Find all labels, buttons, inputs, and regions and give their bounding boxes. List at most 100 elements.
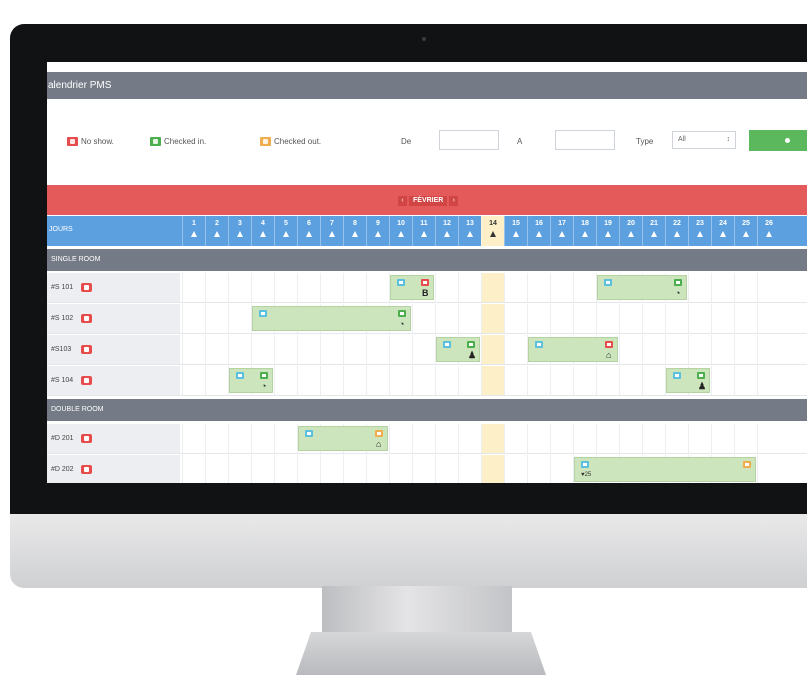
calendar-cell[interactable] <box>251 455 274 483</box>
booking-bar[interactable]: ♥25 <box>574 457 756 482</box>
calendar-cell[interactable] <box>435 273 458 302</box>
calendar-cell[interactable] <box>688 424 711 453</box>
calendar-cell[interactable] <box>251 424 274 453</box>
day-header-21[interactable]: 21 <box>642 216 665 246</box>
booking-bar[interactable]: ◔ <box>229 368 273 393</box>
calendar-cell[interactable] <box>228 273 251 302</box>
calendar-cell[interactable] <box>573 304 596 333</box>
door-icon[interactable] <box>81 434 92 443</box>
calendar-cell[interactable] <box>458 304 481 333</box>
calendar-cell[interactable] <box>481 273 504 302</box>
calendar-cell[interactable] <box>274 366 297 395</box>
filter-submit-button[interactable] <box>749 130 807 151</box>
calendar-cell[interactable] <box>458 273 481 302</box>
day-header-22[interactable]: 22 <box>665 216 688 246</box>
calendar-cell[interactable] <box>182 304 205 333</box>
calendar-cell[interactable] <box>711 304 734 333</box>
calendar-cell[interactable] <box>435 304 458 333</box>
calendar-cell[interactable] <box>182 424 205 453</box>
booking-bar[interactable]: ♟ <box>666 368 710 393</box>
calendar-cell[interactable] <box>757 335 780 364</box>
calendar-cell[interactable] <box>297 335 320 364</box>
calendar-cell[interactable] <box>458 424 481 453</box>
booking-bar[interactable]: ◔ <box>597 275 687 300</box>
calendar-cell[interactable] <box>274 424 297 453</box>
calendar-cell[interactable] <box>205 273 228 302</box>
day-header-11[interactable]: 11 <box>412 216 435 246</box>
calendar-cell[interactable] <box>642 424 665 453</box>
calendar-cell[interactable] <box>458 366 481 395</box>
status-icon[interactable] <box>260 372 268 379</box>
type-select[interactable]: All ↕ <box>672 131 736 149</box>
calendar-cell[interactable] <box>389 424 412 453</box>
status-icon[interactable] <box>674 279 682 286</box>
calendar-cell[interactable] <box>435 366 458 395</box>
status-icon[interactable] <box>581 461 589 468</box>
door-icon[interactable] <box>81 283 92 292</box>
calendar-cell[interactable] <box>481 304 504 333</box>
calendar-cell[interactable] <box>251 335 274 364</box>
calendar-cell[interactable] <box>504 424 527 453</box>
from-date-input[interactable] <box>439 130 499 150</box>
calendar-cell[interactable] <box>205 366 228 395</box>
day-header-9[interactable]: 9 <box>366 216 389 246</box>
calendar-cell[interactable] <box>366 273 389 302</box>
calendar-cell[interactable] <box>205 455 228 483</box>
calendar-cell[interactable] <box>573 273 596 302</box>
booking-bar[interactable]: ◔ <box>252 306 411 331</box>
calendar-cell[interactable] <box>734 304 757 333</box>
status-icon[interactable] <box>697 372 705 379</box>
day-header-5[interactable]: 5 <box>274 216 297 246</box>
calendar-cell[interactable] <box>504 366 527 395</box>
calendar-cell[interactable] <box>757 304 780 333</box>
day-header-18[interactable]: 18 <box>573 216 596 246</box>
calendar-cell[interactable] <box>596 424 619 453</box>
calendar-cell[interactable] <box>527 273 550 302</box>
day-header-12[interactable]: 12 <box>435 216 458 246</box>
calendar-cell[interactable] <box>389 366 412 395</box>
to-date-input[interactable] <box>555 130 615 150</box>
calendar-cell[interactable] <box>596 366 619 395</box>
calendar-cell[interactable] <box>412 455 435 483</box>
calendar-cell[interactable] <box>550 424 573 453</box>
calendar-cell[interactable] <box>182 273 205 302</box>
calendar-cell[interactable] <box>504 455 527 483</box>
status-icon[interactable] <box>305 430 313 437</box>
calendar-cell[interactable] <box>642 366 665 395</box>
day-header-25[interactable]: 25 <box>734 216 757 246</box>
status-icon[interactable] <box>236 372 244 379</box>
status-icon[interactable] <box>375 430 383 437</box>
status-icon[interactable] <box>673 372 681 379</box>
day-header-13[interactable]: 13 <box>458 216 481 246</box>
calendar-cell[interactable] <box>205 335 228 364</box>
calendar-cell[interactable] <box>389 335 412 364</box>
calendar-cell[interactable] <box>343 366 366 395</box>
status-icon[interactable] <box>743 461 751 468</box>
calendar-cell[interactable] <box>504 335 527 364</box>
calendar-cell[interactable] <box>412 424 435 453</box>
calendar-cell[interactable] <box>642 335 665 364</box>
day-header-3[interactable]: 3 <box>228 216 251 246</box>
calendar-cell[interactable] <box>504 273 527 302</box>
calendar-cell[interactable] <box>182 455 205 483</box>
calendar-cell[interactable] <box>527 455 550 483</box>
door-icon[interactable] <box>81 376 92 385</box>
calendar-cell[interactable] <box>366 366 389 395</box>
calendar-cell[interactable] <box>274 455 297 483</box>
calendar-cell[interactable] <box>481 424 504 453</box>
day-header-8[interactable]: 8 <box>343 216 366 246</box>
status-icon[interactable] <box>259 310 267 317</box>
calendar-cell[interactable] <box>320 273 343 302</box>
calendar-cell[interactable] <box>757 455 780 483</box>
calendar-cell[interactable] <box>412 335 435 364</box>
calendar-cell[interactable] <box>596 304 619 333</box>
calendar-cell[interactable] <box>734 273 757 302</box>
calendar-cell[interactable] <box>550 273 573 302</box>
calendar-cell[interactable] <box>251 273 274 302</box>
calendar-cell[interactable] <box>527 424 550 453</box>
day-header-20[interactable]: 20 <box>619 216 642 246</box>
calendar-cell[interactable] <box>619 424 642 453</box>
calendar-cell[interactable] <box>711 424 734 453</box>
booking-bar[interactable]: ♟ <box>436 337 480 362</box>
prev-month-button[interactable]: ‹ <box>398 195 407 206</box>
